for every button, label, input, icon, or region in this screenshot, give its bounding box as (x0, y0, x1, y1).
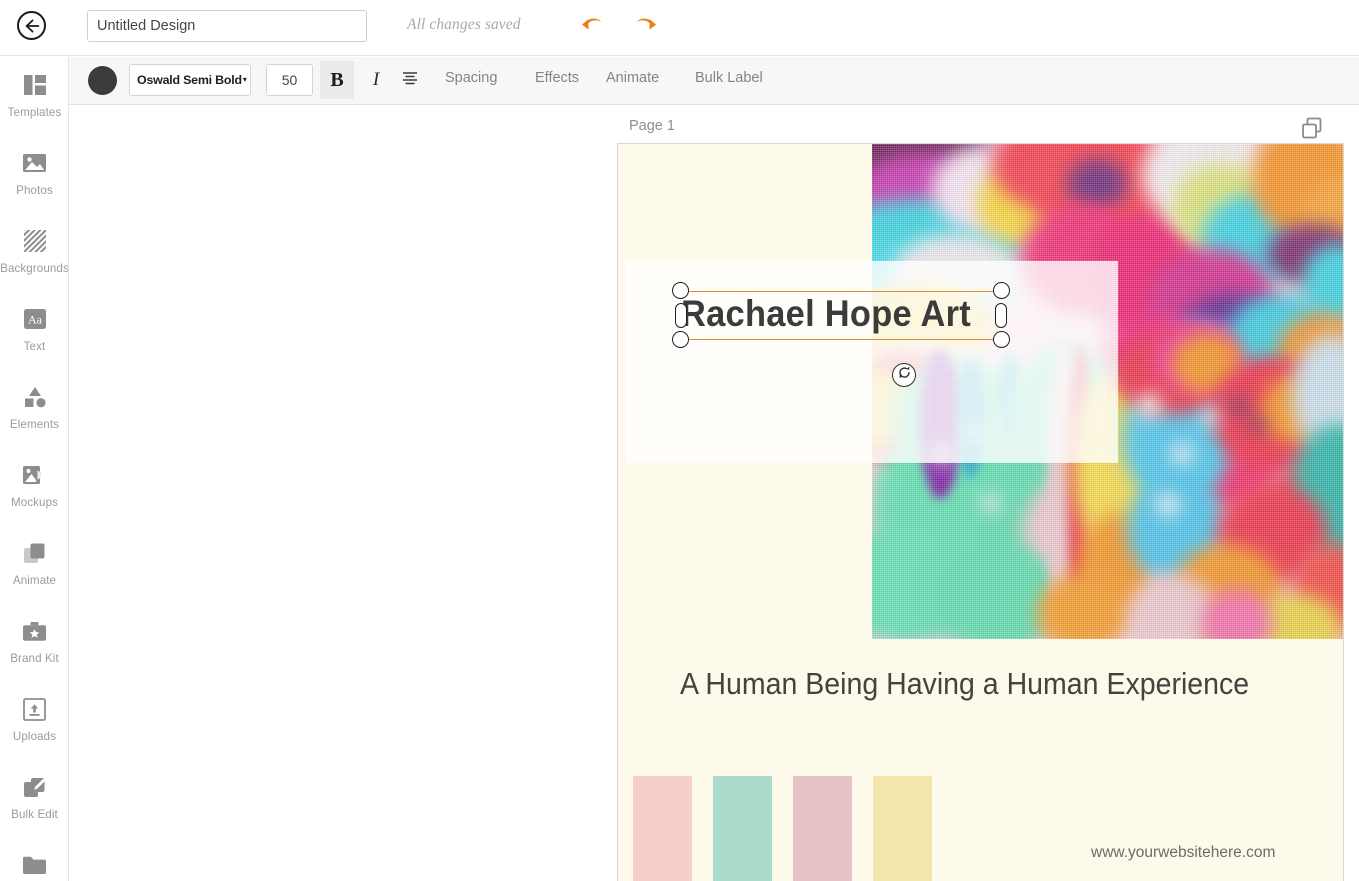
sidebar-item-uploads[interactable]: Uploads (0, 681, 68, 759)
sidebar-item-bulk-edit[interactable]: Bulk Edit (0, 759, 68, 837)
resize-handle-bottom-right[interactable] (993, 331, 1010, 348)
arrow-left-circle-icon (24, 19, 40, 33)
italic-button[interactable]: I (359, 61, 393, 99)
bulk-edit-pencil-icon (22, 774, 48, 800)
sidebar-item-photos[interactable]: Photos (0, 135, 68, 213)
font-family-label: Oswald Semi Bold (137, 73, 242, 87)
undo-button[interactable] (576, 11, 608, 41)
sidebar-item-label: Backgrounds (0, 262, 69, 275)
text-aa-icon: Aa (22, 306, 48, 332)
undo-arrow-icon (579, 12, 605, 41)
sidebar-item-brand-kit[interactable]: Brand Kit (0, 603, 68, 681)
folder-icon (22, 852, 48, 878)
duplicate-page-button[interactable] (1300, 116, 1324, 140)
sidebar-item-label: Animate (12, 574, 57, 587)
selection-border-top (681, 291, 1001, 292)
selection-frame (672, 282, 1010, 387)
sidebar-item-templates[interactable]: Templates (0, 57, 68, 135)
sidebar-item-label: Text (23, 340, 46, 353)
back-button[interactable] (17, 11, 46, 40)
palette-swatch-pale-yellow[interactable] (873, 776, 932, 881)
animate-layers-icon (22, 540, 48, 566)
sidebar-item-label: Brand Kit (10, 652, 59, 665)
font-size-input[interactable] (266, 64, 313, 96)
text-align-button[interactable] (393, 61, 427, 99)
resize-handle-top-left[interactable] (672, 282, 689, 299)
text-color-swatch[interactable] (88, 66, 117, 95)
sidebar-item-label: Mockups (10, 496, 59, 509)
subtitle-text-element[interactable]: A Human Being Having a Human Experience (680, 666, 1249, 702)
sidebar-item-label: Photos (16, 184, 53, 197)
effects-button[interactable]: Effects (535, 70, 579, 86)
design-canvas[interactable]: Rachael Hope Art A Human Being Having a … (617, 143, 1344, 881)
sidebar-item-label: Elements (9, 418, 60, 431)
uploads-tray-icon (22, 696, 48, 722)
sidebar-item-elements[interactable]: Elements (0, 369, 68, 447)
page-label: Page 1 (629, 118, 675, 134)
svg-text:Aa: Aa (28, 313, 43, 327)
mockups-icon (22, 462, 48, 488)
palette-swatch-dusty-rose[interactable] (793, 776, 852, 881)
resize-handle-bottom-left[interactable] (672, 331, 689, 348)
resize-handle-middle-left[interactable] (675, 303, 687, 328)
font-family-select[interactable]: Oswald Semi Bold ▾ (129, 64, 251, 96)
selection-border-bottom (681, 339, 1001, 340)
sidebar-item-folder[interactable] (0, 837, 68, 881)
backgrounds-icon (22, 228, 48, 254)
spacing-button[interactable]: Spacing (445, 70, 497, 86)
templates-icon (22, 72, 48, 98)
top-bar: All changes saved (0, 0, 1359, 56)
design-title-input[interactable] (87, 10, 367, 42)
align-center-icon (402, 71, 418, 90)
italic-label: I (372, 69, 380, 90)
redo-arrow-icon (633, 12, 659, 41)
resize-handle-top-right[interactable] (993, 282, 1010, 299)
chevron-down-icon: ▾ (242, 75, 247, 84)
photos-icon (22, 150, 48, 176)
sidebar-item-mockups[interactable]: Mockups (0, 447, 68, 525)
animate-button[interactable]: Animate (606, 70, 659, 86)
resize-handle-middle-right[interactable] (995, 303, 1007, 328)
bold-label: B (330, 68, 344, 91)
sidebar-item-label: Uploads (12, 730, 57, 743)
palette-swatch-blush-pink[interactable] (633, 776, 692, 881)
canvas-workspace: Page 1 Rachael Hope Art A Human Being Ha… (69, 105, 1359, 881)
website-url-text[interactable]: www.yourwebsitehere.com (1091, 844, 1275, 862)
rotate-handle[interactable] (892, 363, 916, 387)
left-sidebar: Templates Photos Backgrounds Aa Text Ele… (0, 57, 69, 881)
sidebar-item-label: Templates (7, 106, 62, 119)
bold-button[interactable]: B (320, 61, 354, 99)
text-format-toolbar: Oswald Semi Bold ▾ B I Spacing Effects A… (69, 57, 1359, 105)
save-status-text: All changes saved (407, 16, 521, 33)
sidebar-item-label: Bulk Edit (11, 808, 58, 821)
redo-button[interactable] (630, 11, 662, 41)
bulk-label-button[interactable]: Bulk Label (695, 70, 763, 86)
sidebar-item-animate[interactable]: Animate (0, 525, 68, 603)
sidebar-item-text[interactable]: Aa Text (0, 291, 68, 369)
palette-swatch-mint-teal[interactable] (713, 776, 772, 881)
brand-kit-briefcase-star-icon (22, 618, 48, 644)
duplicate-page-icon (1300, 117, 1324, 144)
sidebar-item-backgrounds[interactable]: Backgrounds (0, 213, 69, 291)
rotate-handle-icon (897, 365, 912, 385)
elements-shapes-icon (22, 384, 48, 410)
